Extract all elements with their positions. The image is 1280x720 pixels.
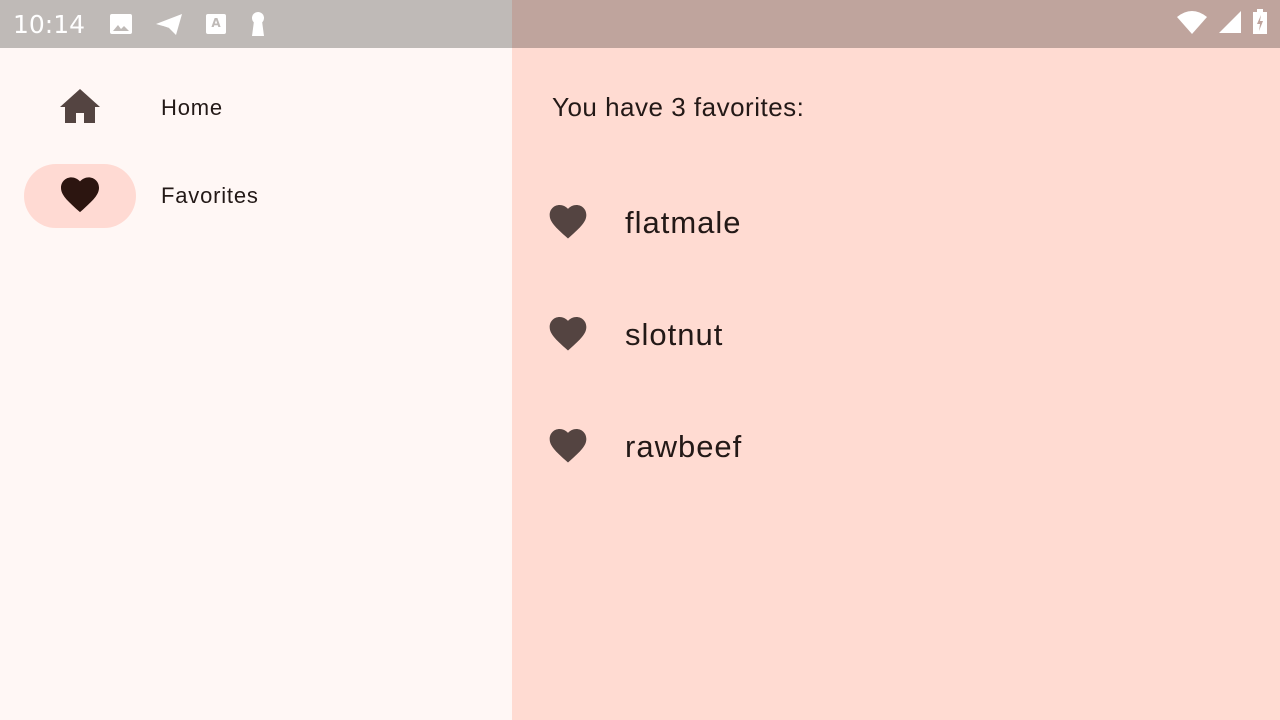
heart-icon <box>59 175 101 218</box>
heart-icon <box>548 426 588 469</box>
status-bar-right <box>512 0 1280 48</box>
svg-text:A: A <box>211 16 221 30</box>
wifi-icon <box>1176 9 1208 40</box>
heart-icon <box>548 314 588 357</box>
nav-pill <box>24 76 136 140</box>
favorite-name: slotnut <box>625 317 724 352</box>
favorite-name: flatmale <box>625 205 742 240</box>
heart-icon <box>548 202 588 245</box>
favorite-item[interactable]: rawbeef <box>548 417 742 477</box>
favorite-name: rawbeef <box>625 429 743 464</box>
keyhole-icon <box>249 11 267 37</box>
nav-label: Home <box>161 95 223 120</box>
status-bar-left: 10:14 A <box>0 0 512 48</box>
image-icon <box>109 12 133 36</box>
nav-label: Favorites <box>161 183 259 208</box>
signal-icon <box>1218 10 1242 39</box>
telegram-icon <box>155 12 183 36</box>
home-icon <box>59 88 101 129</box>
battery-charging-icon <box>1252 8 1268 40</box>
nav-item-home[interactable]: Home <box>24 76 494 140</box>
navigation-rail: Home Favorites <box>0 48 512 720</box>
nav-item-favorites[interactable]: Favorites <box>24 164 494 228</box>
favorite-item[interactable]: flatmale <box>548 193 742 253</box>
status-time: 10:14 <box>13 9 86 39</box>
favorites-header: You have 3 favorites: <box>552 92 805 122</box>
nav-pill-selected <box>24 164 136 228</box>
favorite-item[interactable]: slotnut <box>548 305 723 365</box>
favorites-panel: You have 3 favorites: flatmale slotnut r… <box>512 48 1280 720</box>
keyboard-a-icon: A <box>205 13 227 35</box>
